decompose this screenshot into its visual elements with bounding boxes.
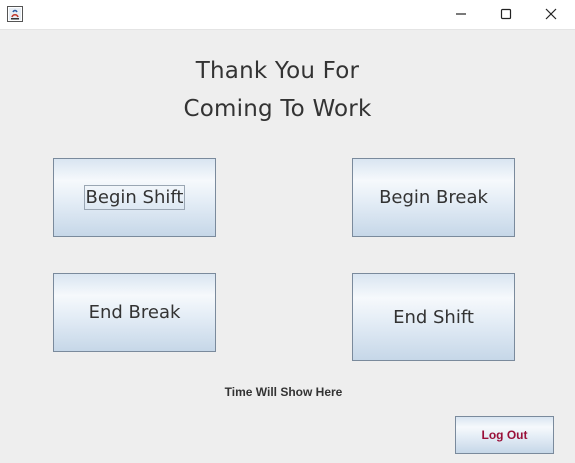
java-app-icon bbox=[7, 6, 23, 22]
begin-break-button[interactable]: Begin Break bbox=[352, 158, 515, 237]
end-break-label: End Break bbox=[88, 302, 181, 323]
minimize-button[interactable] bbox=[438, 0, 484, 29]
close-button[interactable] bbox=[528, 0, 574, 29]
heading-line-2: Coming To Work bbox=[183, 96, 372, 122]
begin-shift-label: Begin Shift bbox=[83, 185, 186, 210]
begin-shift-button[interactable]: Begin Shift bbox=[53, 158, 216, 237]
end-break-button[interactable]: End Break bbox=[53, 273, 216, 352]
begin-break-label: Begin Break bbox=[379, 187, 488, 208]
app-window: Thank You For Coming To Work Begin Shift… bbox=[0, 0, 575, 463]
end-shift-label: End Shift bbox=[393, 306, 474, 328]
title-bar bbox=[0, 0, 575, 30]
log-out-label: Log Out bbox=[481, 428, 528, 442]
end-shift-button[interactable]: End Shift bbox=[352, 273, 515, 361]
heading-line-1: Thank You For bbox=[195, 58, 360, 84]
minimize-icon bbox=[455, 5, 467, 24]
close-icon bbox=[545, 5, 557, 24]
log-out-button[interactable]: Log Out bbox=[455, 416, 554, 454]
maximize-icon bbox=[500, 5, 512, 24]
maximize-button[interactable] bbox=[483, 0, 529, 29]
time-display-label: Time Will Show Here bbox=[224, 385, 343, 399]
